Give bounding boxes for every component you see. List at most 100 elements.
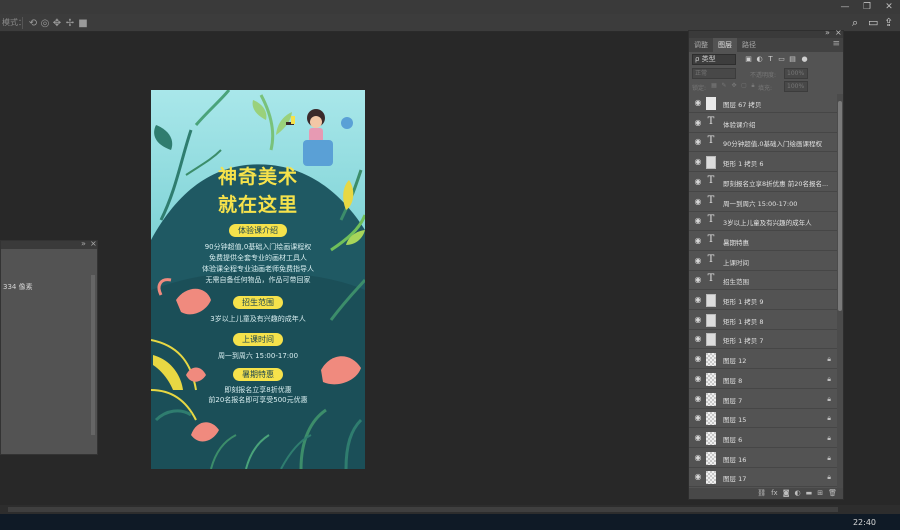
- visibility-eye-icon[interactable]: ◉: [693, 236, 703, 246]
- collapse-icon[interactable]: »: [81, 239, 86, 248]
- visibility-eye-icon[interactable]: ◉: [693, 472, 703, 482]
- minimize-button[interactable]: —: [834, 0, 856, 14]
- collapse-icon[interactable]: »: [825, 28, 830, 37]
- lock-all-icon[interactable]: 🔒︎: [749, 82, 757, 90]
- share-icon[interactable]: ⇪: [884, 16, 893, 29]
- opacity-field[interactable]: 100%: [784, 68, 808, 79]
- filter-type-icon[interactable]: T: [766, 54, 775, 64]
- layers-scroll-thumb[interactable]: [838, 101, 842, 311]
- visibility-eye-icon[interactable]: ◉: [693, 157, 703, 167]
- layer-name[interactable]: 图层 67 拷贝: [723, 99, 829, 109]
- visibility-eye-icon[interactable]: ◉: [693, 275, 703, 285]
- layer-name[interactable]: 图层 15: [723, 414, 829, 424]
- panel-menu-icon[interactable]: ≡: [832, 39, 840, 49]
- tab-layers[interactable]: 图层: [713, 38, 737, 52]
- filter-pixel-icon[interactable]: ▣: [744, 54, 753, 64]
- filter-smart-icon[interactable]: ▤: [788, 54, 797, 64]
- layer-row[interactable]: ◉ 图层 17 🔒︎: [689, 468, 837, 488]
- layer-name[interactable]: 周一到周六 15:00-17:00: [723, 198, 829, 208]
- layer-row[interactable]: ◉ 图层 67 拷贝: [689, 94, 837, 113]
- lock-transparency-icon[interactable]: ▦: [710, 82, 718, 90]
- layer-row[interactable]: ◉ T 上课时间: [689, 251, 837, 271]
- group-icon[interactable]: ▬: [806, 488, 813, 499]
- adjustment-icon[interactable]: ◐: [795, 488, 801, 499]
- layer-row[interactable]: ◉ T 即刻报名立享8折优惠 前20名报名...: [689, 172, 837, 192]
- layer-row[interactable]: ◉ 图层 7 🔒︎: [689, 389, 837, 409]
- new-layer-icon[interactable]: ⊞: [817, 488, 823, 499]
- link-icon[interactable]: ⛓: [757, 488, 766, 499]
- layer-name[interactable]: 体验课介绍: [723, 119, 829, 129]
- visibility-eye-icon[interactable]: ◉: [693, 216, 703, 226]
- layer-row[interactable]: ◉ T 暑期特惠: [689, 231, 837, 251]
- fx-icon[interactable]: fx: [771, 488, 778, 499]
- visibility-eye-icon[interactable]: ◉: [693, 453, 703, 463]
- visibility-eye-icon[interactable]: ◉: [693, 394, 703, 404]
- visibility-eye-icon[interactable]: ◉: [693, 413, 703, 423]
- scale-3d-icon[interactable]: ■: [77, 17, 89, 29]
- layer-name[interactable]: 图层 17: [723, 473, 829, 483]
- layer-row[interactable]: ◉ 图层 8 🔒︎: [689, 369, 837, 389]
- layer-name[interactable]: 图层 8: [723, 375, 829, 385]
- layer-name[interactable]: 暑期特惠: [723, 237, 829, 247]
- layer-name[interactable]: 上课时间: [723, 257, 829, 267]
- visibility-eye-icon[interactable]: ◉: [693, 137, 703, 147]
- layer-row[interactable]: ◉ 图层 6 🔒︎: [689, 428, 837, 448]
- document-canvas[interactable]: 神奇美术 就在这里 体验课介绍 90分钟超值,0基础入门绘画课程权 免费提供全套…: [151, 90, 365, 469]
- lock-artboard-icon[interactable]: ▢: [740, 82, 748, 90]
- layer-row[interactable]: ◉ 图层 16 🔒︎: [689, 448, 837, 468]
- visibility-eye-icon[interactable]: ◉: [693, 256, 703, 266]
- blend-mode-select[interactable]: 正常: [692, 68, 736, 79]
- close-icon[interactable]: ×: [90, 239, 97, 248]
- visibility-eye-icon[interactable]: ◉: [693, 118, 703, 128]
- roll-3d-icon[interactable]: ◎: [39, 17, 51, 29]
- visibility-eye-icon[interactable]: ◉: [693, 177, 703, 187]
- restore-button[interactable]: ❐: [856, 0, 878, 14]
- search-icon[interactable]: ⌕: [852, 16, 858, 30]
- visibility-eye-icon[interactable]: ◉: [693, 98, 703, 108]
- layer-row[interactable]: ◉ 图层 12 🔒︎: [689, 350, 837, 370]
- scrollbar[interactable]: [91, 275, 95, 435]
- filter-adjustment-icon[interactable]: ◐: [755, 54, 764, 64]
- layer-row[interactable]: ◉ T 3岁以上儿童及有兴趣的成年人: [689, 212, 837, 232]
- layer-row[interactable]: ◉ 矩形 1 拷贝 8: [689, 310, 837, 330]
- visibility-eye-icon[interactable]: ◉: [693, 197, 703, 207]
- rotate-3d-icon[interactable]: ⟲: [27, 17, 39, 29]
- layer-row[interactable]: ◉ T 招生范围: [689, 271, 837, 291]
- lock-paint-icon[interactable]: ✎: [720, 82, 728, 90]
- close-button[interactable]: ✕: [878, 0, 900, 14]
- visibility-eye-icon[interactable]: ◉: [693, 315, 703, 325]
- tab-paths[interactable]: 路径: [737, 38, 761, 52]
- filter-toggle-icon[interactable]: ●: [800, 54, 809, 64]
- layer-name[interactable]: 90分钟超值,0基础入门绘画课程权: [723, 138, 829, 148]
- close-icon[interactable]: ×: [835, 28, 842, 37]
- layer-name[interactable]: 矩形 1 拷贝 9: [723, 296, 829, 306]
- layer-name[interactable]: 图层 7: [723, 395, 829, 405]
- fill-field[interactable]: 100%: [784, 81, 808, 92]
- mask-icon[interactable]: ◙: [783, 488, 790, 499]
- visibility-eye-icon[interactable]: ◉: [693, 433, 703, 443]
- trash-icon[interactable]: 🗑︎: [828, 488, 837, 499]
- slide-3d-icon[interactable]: ✢: [64, 17, 76, 29]
- workspace-icon[interactable]: ▭: [868, 16, 878, 29]
- filter-shape-icon[interactable]: ▭: [777, 54, 786, 64]
- visibility-eye-icon[interactable]: ◉: [693, 374, 703, 384]
- layer-name[interactable]: 图层 12: [723, 355, 829, 365]
- filter-kind-select[interactable]: ρ 类型: [692, 54, 736, 65]
- layer-row[interactable]: ◉ T 体验课介绍: [689, 113, 837, 133]
- layer-name[interactable]: 图层 6: [723, 434, 829, 444]
- layer-name[interactable]: 矩形 1 拷贝 8: [723, 316, 829, 326]
- horizontal-scroll-thumb[interactable]: [8, 507, 838, 512]
- visibility-eye-icon[interactable]: ◉: [693, 354, 703, 364]
- layer-name[interactable]: 即刻报名立享8折优惠 前20名报名...: [723, 178, 829, 188]
- tab-adjustments[interactable]: 调整: [689, 38, 713, 52]
- layer-row[interactable]: ◉ T 90分钟超值,0基础入门绘画课程权: [689, 133, 837, 153]
- layer-name[interactable]: 图层 16: [723, 454, 829, 464]
- layer-name[interactable]: 3岁以上儿童及有兴趣的成年人: [723, 217, 829, 227]
- visibility-eye-icon[interactable]: ◉: [693, 334, 703, 344]
- layer-row[interactable]: ◉ 矩形 1 拷贝 6: [689, 153, 837, 173]
- layer-name[interactable]: 矩形 1 拷贝 6: [723, 158, 829, 168]
- lock-move-icon[interactable]: ✥: [730, 82, 738, 90]
- layer-row[interactable]: ◉ T 周一到周六 15:00-17:00: [689, 192, 837, 212]
- visibility-eye-icon[interactable]: ◉: [693, 295, 703, 305]
- drag-3d-icon[interactable]: ✥: [51, 17, 63, 29]
